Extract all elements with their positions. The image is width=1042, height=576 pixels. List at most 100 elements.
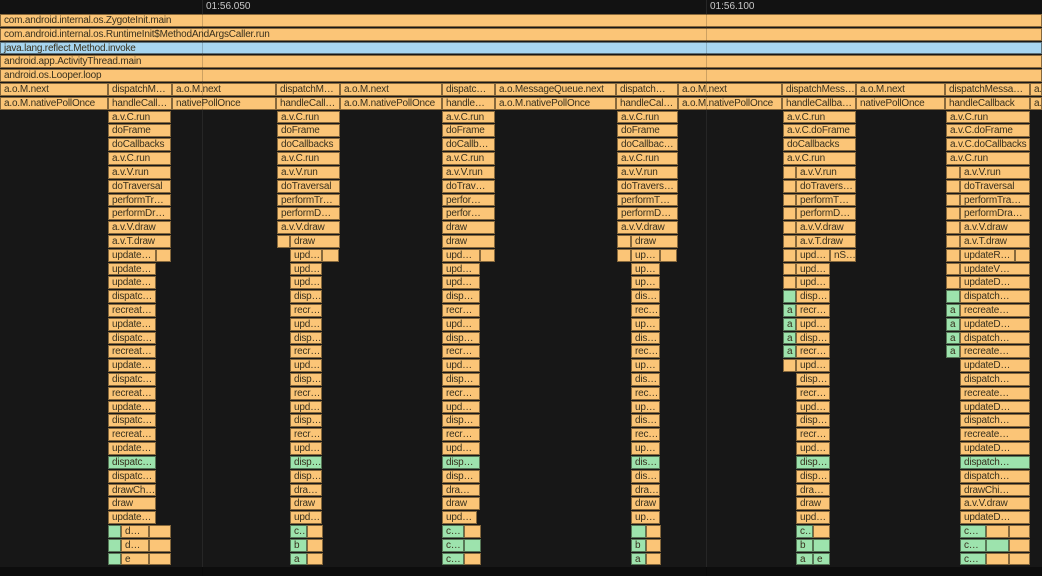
flame-slice[interactable]: upd… [290, 249, 322, 262]
flame-slice[interactable]: dis… [631, 373, 660, 386]
flame-slice[interactable]: draw [290, 497, 322, 510]
flame-slice[interactable]: a.o.M.next [340, 83, 442, 96]
flame-slice[interactable]: dispatc… [108, 414, 156, 427]
flame-slice[interactable]: updateD… [960, 442, 1030, 455]
flame-slice[interactable]: a [783, 332, 796, 344]
flame-slice[interactable]: dispatch… [616, 83, 678, 96]
flame-slice[interactable]: upd… [442, 263, 480, 275]
flame-slice[interactable]: dis… [631, 332, 660, 344]
flame-slice[interactable] [480, 249, 495, 262]
flame-slice[interactable]: disp… [290, 414, 322, 427]
flame-slice[interactable]: upd… [796, 511, 830, 524]
flame-slice[interactable] [783, 276, 796, 289]
flame-slice[interactable]: a.v.V.draw [960, 497, 1030, 510]
flame-slice[interactable]: rec… [631, 387, 660, 400]
flame-slice[interactable]: a [783, 318, 796, 331]
flame-slice[interactable] [108, 539, 121, 552]
flame-slice[interactable]: a.o.M.next [172, 83, 276, 96]
flame-slice[interactable]: performTra… [960, 194, 1030, 206]
flame-slice[interactable]: a [290, 553, 307, 565]
flame-slice[interactable] [783, 359, 796, 372]
flame-slice[interactable]: a.v.V.draw [108, 221, 171, 234]
flame-slice[interactable]: a.v.V.run [617, 166, 678, 179]
flame-slice[interactable]: up… [631, 359, 660, 372]
flame-slice[interactable]: disp… [442, 414, 480, 427]
flame-slice[interactable]: up… [631, 511, 660, 524]
flame-slice[interactable] [783, 235, 796, 248]
flame-slice[interactable]: recr… [442, 387, 480, 400]
flame-slice[interactable] [783, 249, 796, 262]
flame-slice[interactable]: recr… [442, 345, 480, 358]
flame-slice[interactable] [156, 249, 171, 262]
flame-slice[interactable]: disp… [796, 373, 830, 386]
flame-slice[interactable]: updateD… [960, 276, 1030, 289]
flame-slice[interactable] [783, 290, 796, 303]
flame-slice[interactable] [108, 525, 121, 538]
flame-slice[interactable]: upd… [796, 401, 830, 413]
flame-slice[interactable]: a.v.V.run [277, 166, 340, 179]
flame-slice[interactable]: dis… [631, 456, 660, 469]
flame-slice[interactable]: recreat… [108, 387, 156, 400]
flame-slice[interactable] [1009, 525, 1030, 538]
flame-slice[interactable]: dis… [631, 414, 660, 427]
flame-slice[interactable] [946, 180, 960, 193]
flame-slice[interactable]: rec… [631, 428, 660, 441]
flame-slice[interactable]: a.o.M.nativePollOnce [495, 97, 616, 110]
flame-slice[interactable]: dispatch… [960, 373, 1030, 386]
flame-slice[interactable]: doCallbacks [108, 138, 171, 151]
flame-slice[interactable]: c… [796, 525, 813, 538]
flame-slice[interactable]: a.o.M.next [678, 83, 782, 96]
flame-slice[interactable]: performT… [796, 194, 856, 206]
flame-slice[interactable]: android.app.ActivityThread.main [0, 55, 1042, 68]
flame-slice[interactable]: perfor… [442, 194, 495, 206]
flame-slice[interactable]: doTravers… [617, 180, 678, 193]
flame-slice[interactable]: dispatch… [960, 332, 1030, 344]
flame-slice[interactable]: dra… [796, 484, 830, 496]
flame-slice[interactable]: handleCallback [945, 97, 1030, 110]
flame-slice[interactable]: updateR… [960, 249, 1015, 262]
flame-slice[interactable]: recreate… [960, 428, 1030, 441]
flame-slice[interactable] [617, 249, 631, 262]
flame-slice[interactable]: upd… [290, 511, 322, 524]
flame-slice[interactable]: doCallbac… [617, 138, 678, 151]
flame-slice[interactable]: disp… [290, 290, 322, 303]
flame-slice[interactable]: draw [442, 497, 480, 510]
flame-slice[interactable] [783, 194, 796, 206]
flame-slice[interactable]: dispatchMessa… [945, 83, 1030, 96]
flame-slice[interactable]: handleCal… [616, 97, 678, 110]
flame-slice[interactable] [986, 539, 1009, 552]
flame-slice[interactable]: recr… [442, 304, 480, 317]
flame-slice[interactable]: dispatc… [442, 83, 495, 96]
flame-slice[interactable]: rec… [631, 304, 660, 317]
flame-slice[interactable]: b [631, 539, 646, 552]
flame-slice[interactable]: update… [108, 263, 156, 275]
flame-slice[interactable]: a.o.M.next [0, 83, 108, 96]
flame-slice[interactable]: disp… [796, 290, 830, 303]
flame-slice[interactable]: recreat… [108, 345, 156, 358]
flame-slice[interactable]: dispatch… [960, 456, 1030, 469]
flame-slice[interactable]: upd… [290, 442, 322, 455]
flame-slice[interactable]: disp… [290, 470, 322, 483]
flame-slice[interactable]: upd… [796, 263, 830, 275]
flame-slice[interactable] [617, 235, 631, 248]
flame-slice[interactable]: up… [631, 276, 660, 289]
flame-slice[interactable]: a.v.T.draw [960, 235, 1030, 248]
flame-slice[interactable]: b [290, 539, 307, 552]
flame-slice[interactable]: doTraversal [108, 180, 171, 193]
flame-slice[interactable]: updateD… [960, 359, 1030, 372]
flame-slice[interactable]: rec… [631, 345, 660, 358]
flame-slice[interactable]: a.v.C.run [617, 152, 678, 165]
flame-slice[interactable] [946, 207, 960, 220]
flame-slice[interactable]: update… [108, 401, 156, 413]
flame-slice[interactable]: a.v.V.run [108, 166, 171, 179]
flame-slice[interactable]: drawChi… [960, 484, 1030, 496]
flame-slice[interactable]: b [796, 539, 813, 552]
flame-slice[interactable] [108, 553, 121, 565]
flame-slice[interactable]: a.v.V.run [442, 166, 495, 179]
flame-slice[interactable] [646, 525, 661, 538]
flame-slice[interactable]: updateD… [960, 401, 1030, 413]
flame-slice[interactable] [813, 525, 830, 538]
flame-slice[interactable]: c… [960, 539, 986, 552]
flame-slice[interactable]: upd… [442, 249, 480, 262]
flame-slice[interactable]: dispatch… [960, 414, 1030, 427]
